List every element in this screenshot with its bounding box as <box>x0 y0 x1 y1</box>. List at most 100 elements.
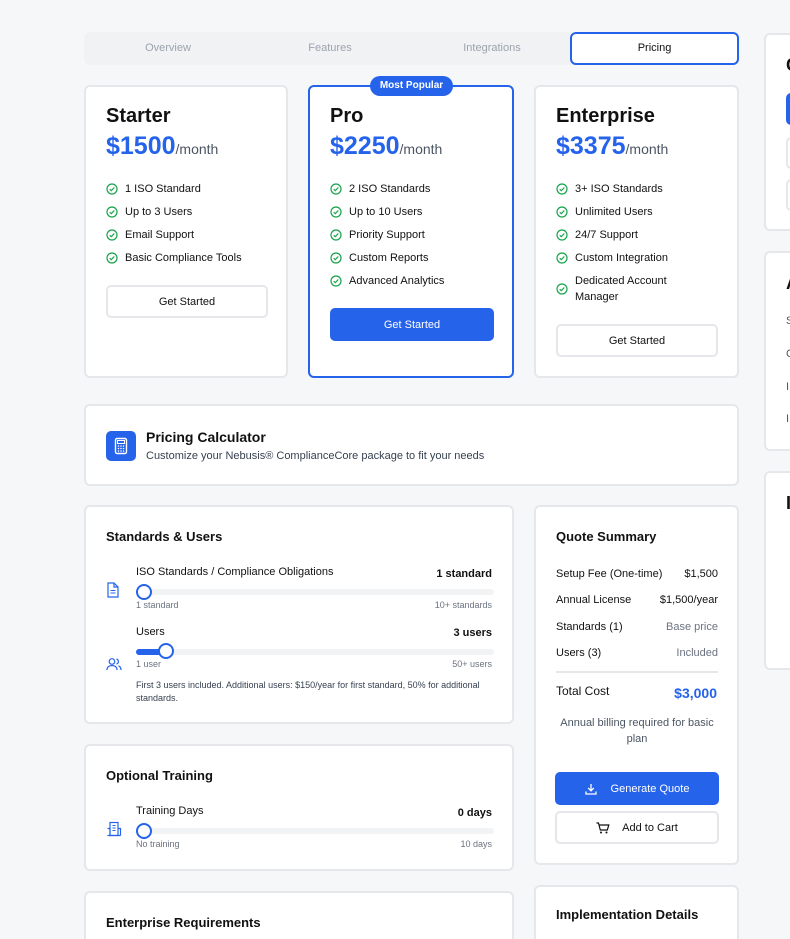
check-circle-icon <box>330 229 342 241</box>
plan-feature: Basic Compliance Tools <box>106 250 242 266</box>
plan-price: $2250/month <box>330 132 443 160</box>
quote-row-license: Annual License $1,500/year <box>556 594 718 606</box>
plan-price: $1500/month <box>106 132 219 160</box>
standards-users-card: Standards & Users ISO Standards / Compli… <box>84 505 514 724</box>
billing-note: Annual billing required for basic plan <box>560 717 714 745</box>
tab-bar: Overview Features Integrations Pricing <box>84 32 739 65</box>
clipped-primary-button[interactable] <box>786 93 790 125</box>
plan-feature: Up to 10 Users <box>330 204 422 220</box>
plan-feature: Dedicated Account Manager <box>556 273 676 305</box>
plan-feature: 24/7 Support <box>556 227 638 243</box>
plan-feature: Custom Integration <box>556 250 668 266</box>
total-cost-value: $3,000 <box>674 685 717 701</box>
tab-features[interactable]: Features <box>248 32 412 65</box>
plan-card-starter: Starter $1500/month 1 ISO Standard Up to… <box>84 85 288 378</box>
plan-name: Starter <box>106 105 171 127</box>
section-title: Optional Training <box>106 768 213 783</box>
calculator-icon <box>106 431 136 461</box>
starter-get-started-button[interactable]: Get Started <box>106 285 268 318</box>
quote-row-users: Users (3) Included <box>556 647 718 659</box>
plan-feature: Custom Reports <box>330 250 428 266</box>
users-pricing-note: First 3 users included. Additional users… <box>136 680 480 703</box>
add-to-cart-button[interactable]: Add to Cart <box>555 811 719 844</box>
cart-icon <box>596 821 610 833</box>
clipped-heading: C <box>786 55 790 76</box>
training-slider-track[interactable] <box>136 828 494 834</box>
users-value: 3 users <box>453 627 492 639</box>
users-slider-handle[interactable] <box>157 643 174 659</box>
quote-row-standards: Standards (1) Base price <box>556 621 718 633</box>
enterprise-get-started-button[interactable]: Get Started <box>556 324 718 357</box>
check-circle-icon <box>556 206 568 218</box>
plan-feature: Priority Support <box>330 227 425 243</box>
check-circle-icon <box>106 252 118 264</box>
check-circle-icon <box>330 275 342 287</box>
check-circle-icon <box>106 229 118 241</box>
plan-feature: 1 ISO Standard <box>106 181 201 197</box>
check-circle-icon <box>556 229 568 241</box>
calculator-title: Pricing Calculator <box>146 429 266 445</box>
standards-value: 1 standard <box>436 568 492 580</box>
standards-max-label: 10+ standards <box>434 600 492 610</box>
clipped-side-card: I <box>764 471 790 670</box>
divider <box>556 671 718 673</box>
clipped-text: C <box>786 348 790 360</box>
plan-name: Enterprise <box>556 105 655 127</box>
download-icon <box>584 783 597 795</box>
standards-slider-handle[interactable] <box>136 584 152 600</box>
most-popular-badge: Most Popular <box>370 76 453 96</box>
training-days-label: Training Days <box>136 805 204 817</box>
quote-summary-card: Quote Summary Setup Fee (One-time) $1,500… <box>534 505 739 865</box>
plan-card-pro: Pro $2250/month 2 ISO Standards Up to 10… <box>308 85 514 378</box>
calculator-subtitle: Customize your Nebusis® ComplianceCore p… <box>146 450 485 462</box>
training-days-value: 0 days <box>457 807 492 819</box>
training-max-label: 10 days <box>460 839 492 849</box>
users-label: Users <box>136 626 165 638</box>
clipped-side-card: A S C I I <box>764 251 790 451</box>
clipped-outline-button[interactable] <box>786 137 790 169</box>
plan-price: $3375/month <box>556 132 669 160</box>
quote-row-setup: Setup Fee (One-time) $1,500 <box>556 568 718 580</box>
section-title: Implementation Details <box>556 907 699 922</box>
users-slider-track[interactable] <box>136 649 494 655</box>
training-slider-handle[interactable] <box>136 823 152 839</box>
users-icon <box>106 658 122 671</box>
clipped-text: S <box>786 315 790 327</box>
check-circle-icon <box>330 206 342 218</box>
standards-min-label: 1 standard <box>136 600 179 610</box>
check-circle-icon <box>556 252 568 264</box>
standards-slider-track[interactable] <box>136 589 494 595</box>
check-circle-icon <box>106 183 118 195</box>
clipped-heading: A <box>786 273 790 294</box>
plan-feature: 2 ISO Standards <box>330 181 430 197</box>
plan-feature: Email Support <box>106 227 194 243</box>
plan-card-enterprise: Enterprise $3375/month 3+ ISO Standards … <box>534 85 739 378</box>
document-icon <box>107 582 119 598</box>
section-title: Standards & Users <box>106 529 223 544</box>
pro-get-started-button[interactable]: Get Started <box>330 308 494 341</box>
tab-overview[interactable]: Overview <box>84 32 252 65</box>
implementation-details-card: Implementation Details <box>534 885 739 939</box>
generate-quote-button[interactable]: Generate Quote <box>555 772 719 805</box>
total-cost-label: Total Cost <box>556 684 610 698</box>
check-circle-icon <box>330 252 342 264</box>
pricing-calculator-header: Pricing Calculator Customize your Nebusi… <box>84 404 739 486</box>
enterprise-requirements-card: Enterprise Requirements <box>84 891 514 939</box>
tab-integrations[interactable]: Integrations <box>410 32 574 65</box>
check-circle-icon <box>330 183 342 195</box>
building-icon <box>107 821 122 837</box>
check-circle-icon <box>556 183 568 195</box>
optional-training-card: Optional Training Training Days 0 days N… <box>84 744 514 871</box>
check-circle-icon <box>556 283 568 295</box>
standards-label: ISO Standards / Compliance Obligations <box>136 566 334 578</box>
quote-title: Quote Summary <box>556 529 657 544</box>
clipped-text: I <box>786 413 790 425</box>
tab-pricing[interactable]: Pricing <box>570 32 739 65</box>
users-max-label: 50+ users <box>452 659 492 669</box>
plan-feature: Up to 3 Users <box>106 204 192 220</box>
users-min-label: 1 user <box>136 659 162 669</box>
clipped-heading: I <box>786 493 790 513</box>
plan-feature: Advanced Analytics <box>330 273 444 289</box>
clipped-outline-button[interactable] <box>786 179 790 211</box>
plan-feature: Unlimited Users <box>556 204 653 220</box>
